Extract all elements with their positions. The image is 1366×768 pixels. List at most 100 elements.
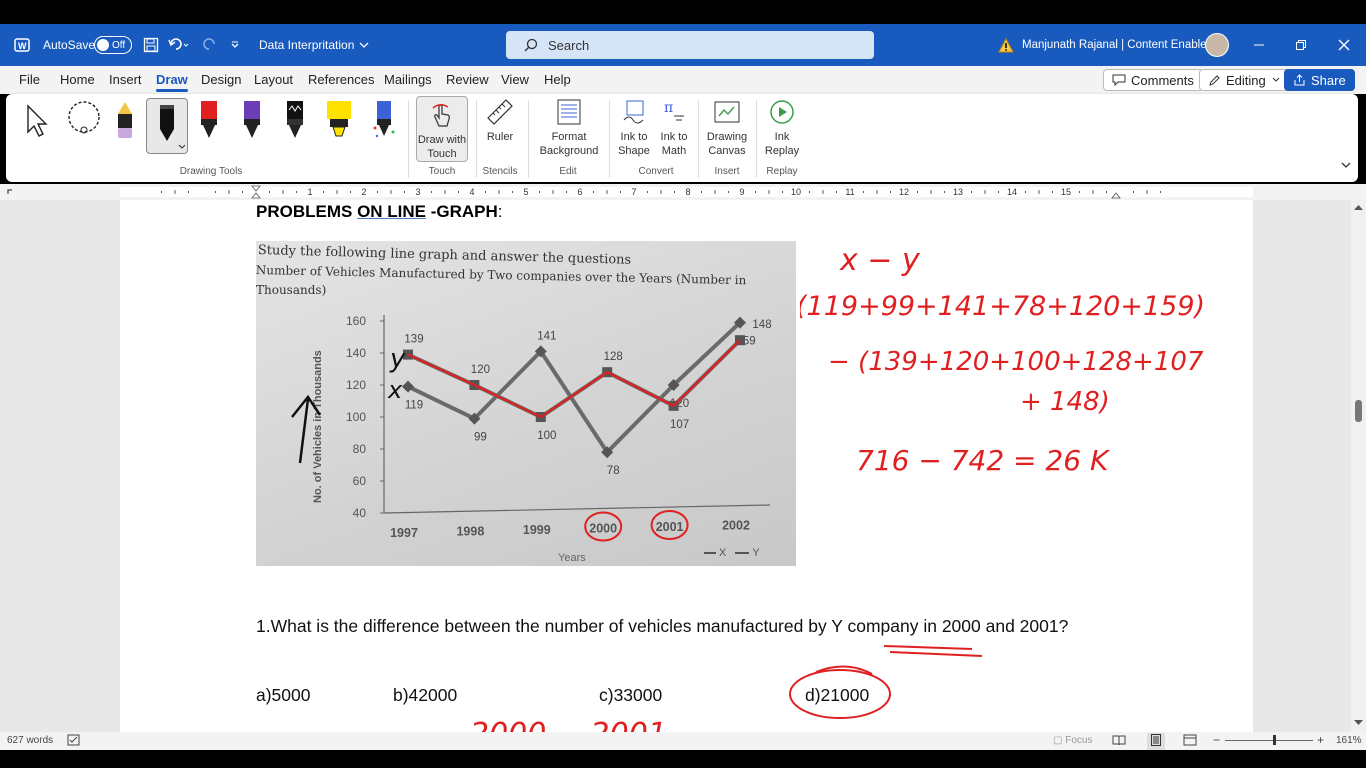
ink-label-y: y [389, 344, 406, 374]
line-chart: 40 60 80 100 120 140 160 1997 1998 1999 2000 2001 20… [291, 314, 772, 542]
zoom-out-button[interactable]: − [1213, 733, 1220, 747]
horizontal-ruler[interactable]: 1 2 3 4 5 6 7 8 9 10 11 12 13 14 15 [0, 184, 1366, 200]
document-canvas[interactable]: PROBLEMS ON LINE -GRAPH: Study the follo… [0, 200, 1366, 732]
document-title[interactable]: Data Interpritation [259, 24, 370, 66]
ruler-ticks: 1 2 3 4 5 6 7 8 9 10 11 12 13 14 15 [7, 185, 1253, 199]
x-axis [383, 504, 771, 514]
drawing-canvas-button[interactable]: Drawing Canvas [704, 98, 750, 158]
autosave-toggle[interactable]: Off [88, 24, 132, 66]
editing-button[interactable]: Editing [1199, 69, 1290, 91]
zoom-slider[interactable] [1225, 740, 1313, 741]
focus-button[interactable]: ▢ Focus [1053, 735, 1092, 746]
tab-references[interactable]: References [308, 72, 374, 87]
comment-icon [1112, 74, 1126, 86]
tab-file[interactable]: File [19, 72, 40, 87]
ink-to-shape-icon [619, 98, 649, 126]
tab-insert[interactable]: Insert [109, 72, 142, 87]
ink-to-shape-label: Ink to Shape [618, 131, 650, 157]
avatar[interactable] [1205, 24, 1229, 66]
word-logo-icon: W [14, 24, 30, 66]
page-title: PROBLEMS ON LINE -GRAPH: [256, 202, 503, 221]
legend-y: Y [752, 547, 760, 559]
minimize-icon[interactable] [1253, 24, 1265, 66]
document-page[interactable]: PROBLEMS ON LINE -GRAPH: Study the follo… [120, 200, 1253, 732]
group-label-drawing-tools: Drawing Tools [179, 166, 243, 177]
x-tick-label: 1997 [390, 526, 418, 540]
option-b: b)42000 [393, 685, 458, 705]
svg-text:2000 − 2001: 2000 − 2001 [470, 717, 667, 732]
yellow-highlighter-icon[interactable] [324, 98, 352, 148]
close-icon[interactable] [1338, 24, 1350, 66]
ink-bottom-scribble: 2000 − 2001 [470, 717, 667, 732]
tab-draw[interactable]: Draw [156, 72, 188, 92]
draw-with-touch-label: Draw with Touch [417, 134, 467, 160]
search-icon [524, 38, 538, 52]
group-label-convert: Convert [638, 166, 674, 177]
format-background-icon [554, 98, 584, 126]
lasso-select-icon[interactable] [64, 98, 100, 148]
galaxy-pen-icon[interactable] [284, 98, 312, 148]
data-label: 120 [471, 364, 490, 376]
ruler-icon [485, 98, 515, 126]
sparkle-pen-icon[interactable] [371, 98, 399, 148]
warning-icon[interactable] [998, 24, 1014, 66]
collapse-ribbon-icon[interactable] [1340, 160, 1352, 173]
x-tick-label: 2001 [656, 520, 684, 534]
data-label: 78 [607, 465, 620, 477]
status-bar: 627 words ▢ Focus − + 161% [0, 732, 1366, 750]
user-name[interactable]: Manjunath Rajanal | Content Enablers [1022, 24, 1216, 66]
vertical-scrollbar[interactable] [1351, 200, 1366, 732]
zoom-in-button[interactable]: + [1317, 733, 1324, 747]
pencil-tool-icon[interactable] [114, 98, 142, 148]
ruler-number: 7 [631, 187, 636, 197]
black-pen-selected-icon[interactable] [146, 98, 188, 154]
tab-help[interactable]: Help [544, 72, 571, 87]
tab-layout[interactable]: Layout [254, 72, 293, 87]
tab-home[interactable]: Home [60, 72, 95, 87]
data-label: 128 [604, 351, 623, 363]
proofing-icon[interactable] [67, 734, 80, 749]
ruler-number: 8 [685, 187, 690, 197]
tab-design[interactable]: Design [201, 72, 241, 87]
ruler-button[interactable]: Ruler [480, 98, 520, 144]
svg-text:W: W [18, 41, 27, 51]
word-window: W AutoSave Off Data Interpritation Searc… [0, 0, 1366, 768]
select-tool-icon[interactable] [24, 98, 52, 148]
tab-review[interactable]: Review [446, 72, 489, 87]
svg-text:π: π [664, 100, 673, 116]
web-layout-icon[interactable] [1183, 734, 1197, 749]
word-count[interactable]: 627 words [7, 735, 53, 746]
ribbon-tabs: File Home Insert Draw Design Layout Refe… [0, 66, 1366, 94]
read-mode-icon[interactable] [1112, 734, 1126, 749]
y-tick-label: 160 [346, 314, 366, 328]
red-pen-icon[interactable] [198, 98, 226, 148]
customize-qat-icon[interactable] [230, 24, 240, 66]
ruler-number: 5 [523, 187, 528, 197]
ink-to-math-button[interactable]: π Ink to Math [656, 98, 692, 158]
restore-icon[interactable] [1295, 24, 1307, 66]
save-icon[interactable] [143, 24, 159, 66]
ink-replay-button[interactable]: Ink Replay [762, 98, 802, 158]
undo-icon[interactable] [168, 24, 190, 66]
ink-label-x: x [387, 376, 403, 404]
print-layout-icon[interactable] [1147, 733, 1165, 750]
ruler-number: 13 [953, 187, 963, 197]
group-label-insert: Insert [714, 166, 740, 177]
share-button[interactable]: Share [1284, 69, 1355, 91]
zoom-slider-handle[interactable] [1273, 735, 1276, 745]
search-box[interactable]: Search [506, 31, 874, 59]
purple-pen-icon[interactable] [241, 98, 269, 148]
tab-view[interactable]: View [501, 72, 529, 87]
comments-button[interactable]: Comments [1103, 69, 1203, 91]
y-tick-label: 100 [346, 410, 366, 424]
x-tick-label: 2000 [589, 522, 617, 536]
redo-icon[interactable] [202, 24, 218, 66]
ink-to-shape-button[interactable]: Ink to Shape [616, 98, 652, 158]
format-background-button[interactable]: Format Background [536, 98, 602, 158]
zoom-level[interactable]: 161% [1336, 735, 1362, 746]
tab-mailings[interactable]: Mailings [384, 72, 432, 87]
ink-circle-answer [789, 665, 891, 719]
ink-line-3: − (139+120+100+128+107 [828, 347, 1204, 377]
ruler-number: 3 [415, 187, 420, 197]
draw-with-touch-button[interactable]: Draw with Touch [416, 96, 468, 162]
